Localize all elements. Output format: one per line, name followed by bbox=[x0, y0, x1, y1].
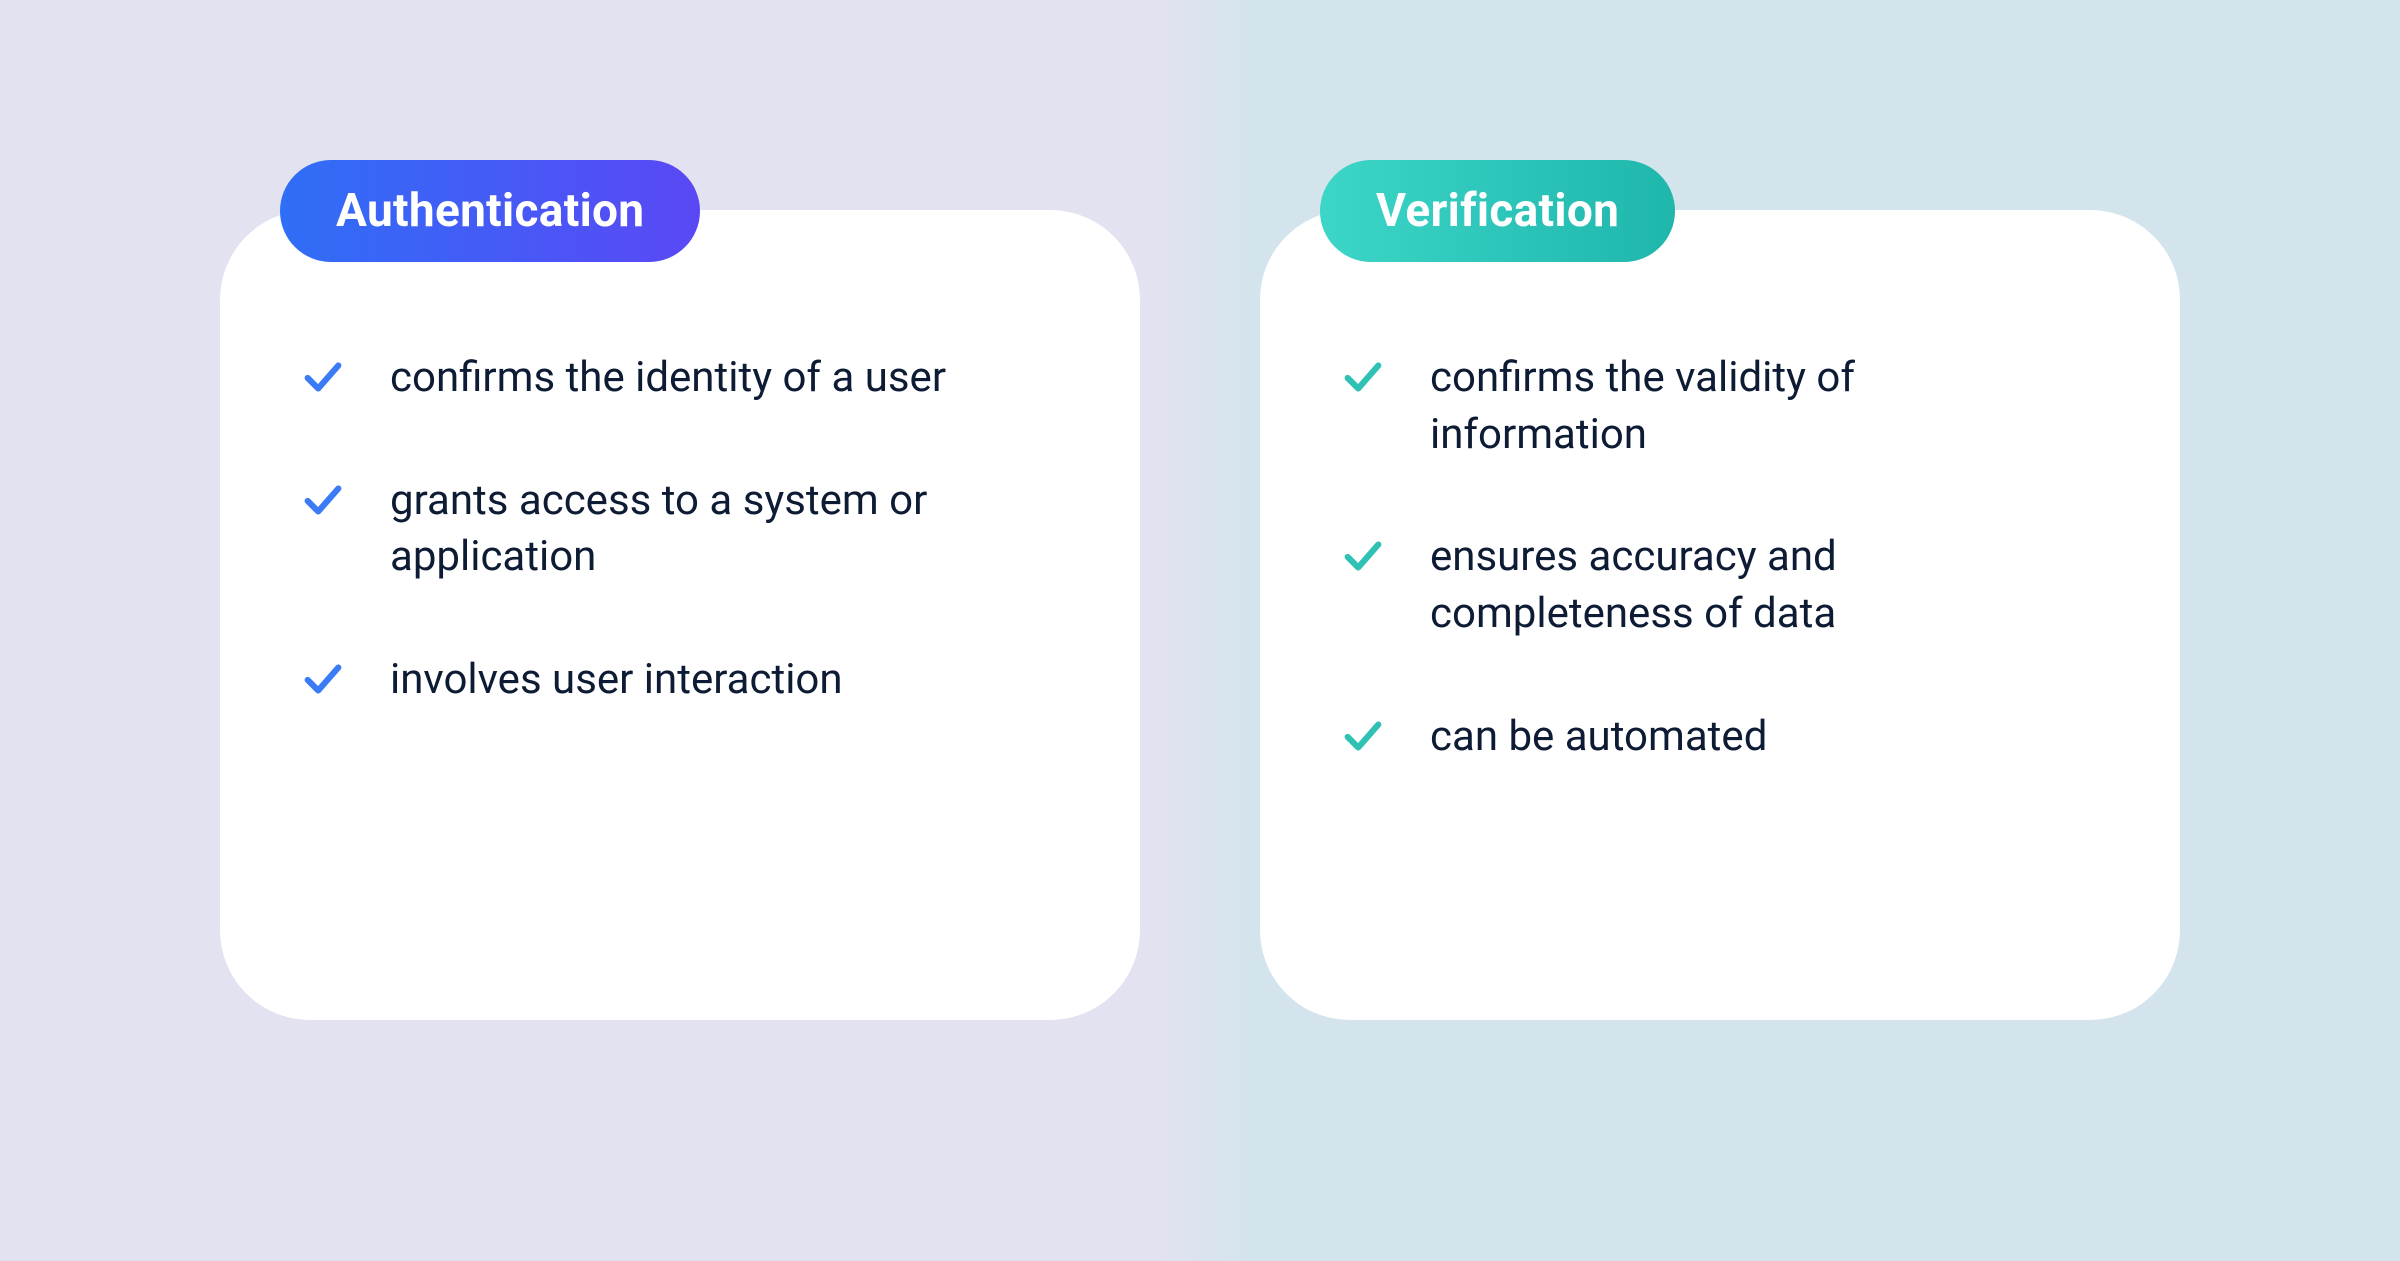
item-text: confirms the identity of a user bbox=[390, 350, 946, 407]
item-text: involves user interaction bbox=[390, 652, 843, 709]
verification-card: Verification confirms the validity of in… bbox=[1260, 210, 2180, 1020]
item-text: grants access to a system or application bbox=[390, 473, 1030, 586]
verification-title: Verification bbox=[1376, 184, 1619, 238]
checkmark-icon bbox=[1340, 533, 1386, 579]
list-item: can be automated bbox=[1340, 709, 2100, 766]
list-item: confirms the validity of information bbox=[1340, 350, 2100, 463]
authentication-card: Authentication confirms the identity of … bbox=[220, 210, 1140, 1020]
checkmark-icon bbox=[1340, 354, 1386, 400]
checkmark-icon bbox=[1340, 713, 1386, 759]
authentication-pill: Authentication bbox=[280, 160, 700, 262]
verification-items: confirms the validity of information ens… bbox=[1340, 350, 2100, 765]
list-item: ensures accuracy and completeness of dat… bbox=[1340, 529, 2100, 642]
verification-pill: Verification bbox=[1320, 160, 1675, 262]
checkmark-icon bbox=[300, 656, 346, 702]
item-text: can be automated bbox=[1430, 709, 1767, 766]
checkmark-icon bbox=[300, 477, 346, 523]
cards-row: Authentication confirms the identity of … bbox=[0, 0, 2400, 1020]
item-text: confirms the validity of information bbox=[1430, 350, 2070, 463]
authentication-items: confirms the identity of a user grants a… bbox=[300, 350, 1060, 709]
list-item: involves user interaction bbox=[300, 652, 1060, 709]
list-item: grants access to a system or application bbox=[300, 473, 1060, 586]
list-item: confirms the identity of a user bbox=[300, 350, 1060, 407]
checkmark-icon bbox=[300, 354, 346, 400]
item-text: ensures accuracy and completeness of dat… bbox=[1430, 529, 2070, 642]
authentication-title: Authentication bbox=[336, 184, 644, 238]
